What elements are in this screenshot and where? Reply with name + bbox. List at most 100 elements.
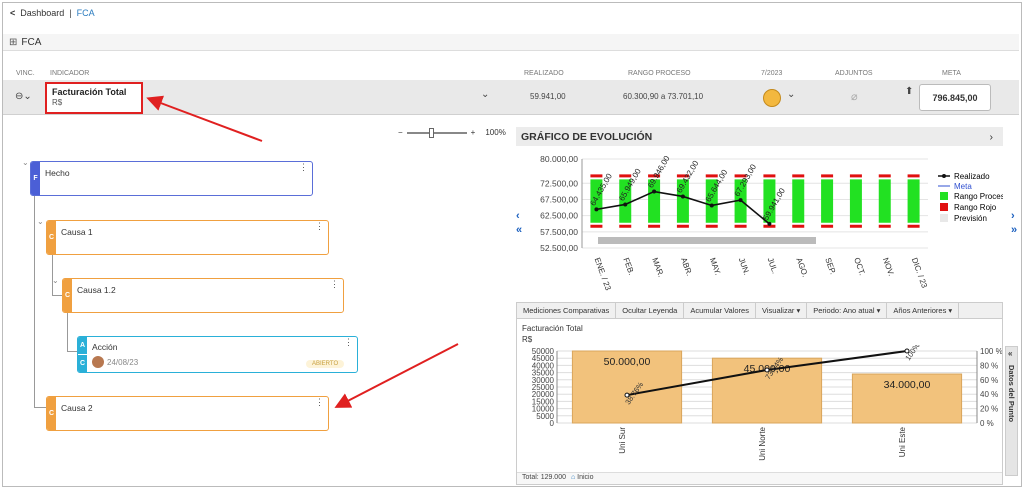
red-range-mark [907, 174, 920, 178]
bar-value-label: 50.000,00 [604, 356, 651, 368]
y-tick-label: 57.500,00 [540, 227, 578, 237]
realizado-point [594, 207, 599, 212]
y-tick-label: 67.500,00 [540, 194, 578, 204]
node-label: Acción [92, 342, 118, 352]
y2-tick-label: 20 % [980, 405, 998, 414]
x-tick-label: DIC. / 23 [910, 256, 929, 289]
red-range-mark [878, 174, 891, 178]
toolbar-anos-anteriores[interactable]: Años Anteriores ▾ [887, 303, 960, 318]
realizado-point [767, 221, 772, 226]
x-tick-label: MAY. [708, 256, 723, 276]
toolbar-acumular[interactable]: Acumular Valores [684, 303, 756, 318]
chart-last-icon[interactable]: » [1011, 224, 1017, 236]
red-range-mark [619, 224, 632, 228]
comparative-panel: Mediciones Comparativas Ocultar Leyenda … [516, 302, 1003, 485]
node-type-tag: F [31, 162, 40, 195]
comparative-toolbar: Mediciones Comparativas Ocultar Leyenda … [517, 303, 1002, 319]
collapse-icon[interactable]: ⌄ [22, 158, 29, 167]
y2-tick-label: 80 % [980, 361, 998, 370]
legend-label: Previsión [954, 214, 987, 223]
comparative-unit: R$ [522, 335, 533, 344]
collapse-icon[interactable]: ⌄ [37, 217, 44, 226]
legend-label: Rango Rojo [954, 203, 997, 212]
legend-swatch-rojo [940, 203, 948, 211]
x-tick-label: FEB. [621, 256, 636, 276]
evolution-chart-title: GRÁFICO DE EVOLUCIÓN › [516, 127, 1003, 146]
red-range-mark [878, 224, 891, 228]
node-type-tag-2: C [78, 355, 87, 372]
chevron-left-icon[interactable]: « [1008, 349, 1012, 358]
red-range-mark [763, 174, 776, 178]
zoom-slider[interactable] [406, 127, 467, 138]
red-range-mark [792, 174, 805, 178]
range-bar [849, 179, 862, 223]
red-range-mark [792, 224, 805, 228]
zoom-level: 100% [485, 128, 506, 137]
cumulative-label: 100% [903, 345, 922, 362]
red-range-mark [849, 224, 862, 228]
scrollbar [598, 237, 816, 244]
chart-prev-icon[interactable]: ‹ [516, 210, 520, 222]
evolution-chart: 80.000,00 72.500,00 67.500,00 62.500,00 57.5… [540, 154, 1003, 292]
chevron-right-icon[interactable]: › [990, 131, 994, 143]
inicio-link[interactable]: Inicio [577, 474, 593, 481]
x-tick-label: JUL. [766, 256, 780, 275]
chart-next-icon[interactable]: › [1011, 210, 1015, 222]
chart-first-icon[interactable]: « [516, 224, 522, 236]
comparative-chart: 5000045000400003500030000250002000015000… [532, 345, 1002, 461]
comparative-footer: Total: 129.000 ⌂ Inicio [517, 472, 1002, 484]
status-badge: ABIERTO [306, 360, 345, 368]
x-tick-label: ABR. [679, 256, 694, 277]
x-tick-label: Uni Este [898, 426, 907, 457]
legend-swatch-rango [940, 192, 948, 200]
evolution-title-text: GRÁFICO DE EVOLUCIÓN [521, 131, 653, 143]
range-bar [821, 179, 834, 223]
toolbar-mediciones[interactable]: Mediciones Comparativas [517, 303, 617, 318]
avatar [92, 356, 104, 368]
more-options-icon[interactable]: ⋮ [299, 163, 308, 172]
node-label: Causa 2 [61, 403, 93, 413]
more-options-icon[interactable]: ⋮ [344, 338, 353, 347]
datos-del-punto-tab[interactable]: « Datos del Punto [1005, 346, 1018, 476]
tree-node-causa-1-2[interactable]: C Causa 1.2 ⋮ [62, 278, 344, 313]
zoom-out-button[interactable]: − [398, 128, 403, 137]
side-tab-label: Datos del Punto [1007, 365, 1016, 423]
node-label: Hecho [45, 168, 70, 178]
more-options-icon[interactable]: ⋮ [315, 222, 324, 231]
red-range-mark [821, 224, 834, 228]
red-range-mark [648, 224, 661, 228]
more-options-icon[interactable]: ⋮ [330, 280, 339, 289]
red-range-mark [676, 224, 689, 228]
legend-label: Meta [954, 182, 972, 191]
zoom-slider-handle[interactable] [428, 127, 434, 138]
toolbar-visualizar[interactable]: Visualizar ▾ [756, 303, 808, 318]
range-bar [907, 179, 920, 223]
y2-tick-label: 60 % [980, 376, 998, 385]
red-range-mark [590, 174, 603, 178]
total-value: 129.000 [540, 474, 566, 481]
zoom-control: − + 100% [398, 127, 506, 138]
range-bar [792, 179, 805, 223]
y-tick-label: 52.500,00 [540, 243, 578, 253]
red-range-mark [705, 224, 718, 228]
tree-node-causa-1[interactable]: C Causa 1 ⋮ [46, 220, 329, 255]
zoom-in-button[interactable]: + [471, 128, 476, 137]
realizado-point [623, 202, 628, 207]
x-tick-label: NOV. [881, 256, 896, 277]
realizado-point [738, 198, 743, 203]
node-type-tag: A [78, 337, 87, 354]
legend-swatch-prevision [940, 214, 948, 222]
tree-node-accion[interactable]: A C Acción 24/08/23 ABIERTO ⋮ [77, 336, 358, 373]
toolbar-ocultar-leyenda[interactable]: Ocultar Leyenda [616, 303, 685, 318]
collapse-icon[interactable]: ⌄ [52, 276, 59, 285]
tree-node-causa-2[interactable]: C Causa 2 ⋮ [46, 396, 329, 431]
realizado-point [680, 194, 685, 199]
red-range-mark [734, 224, 747, 228]
toolbar-periodo[interactable]: Periodo: Ano atual ▾ [807, 303, 888, 318]
red-range-mark [907, 224, 920, 228]
tree-node-hecho[interactable]: F Hecho ⋮ [30, 161, 313, 196]
tree-connector [34, 168, 46, 408]
x-tick-label: OCT. [852, 256, 867, 276]
red-range-mark [849, 174, 862, 178]
more-options-icon[interactable]: ⋮ [315, 398, 324, 407]
